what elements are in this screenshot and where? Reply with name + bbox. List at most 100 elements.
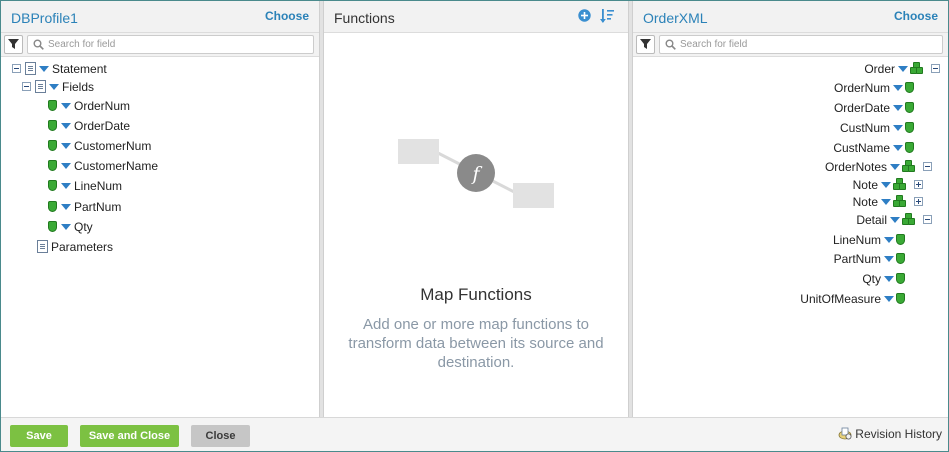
tree-node-parameters[interactable]: Parameters <box>37 237 113 255</box>
add-function-icon[interactable] <box>578 9 591 22</box>
tree-node-label: PartNum <box>833 251 881 266</box>
tree-node-field[interactable]: OrderDate <box>834 98 914 116</box>
field-element-icon <box>905 102 914 114</box>
node-menu-caret-icon[interactable] <box>61 162 71 169</box>
collapse-toggle-icon[interactable] <box>931 64 940 74</box>
tree-node-statement[interactable]: Statement <box>12 59 107 77</box>
node-menu-caret-icon[interactable] <box>890 216 900 223</box>
node-menu-caret-icon[interactable] <box>881 198 891 205</box>
tree-node-label: CustomerNum <box>74 138 152 153</box>
tree-node-note[interactable]: Note <box>853 175 923 193</box>
empty-state-description: Add one or more map functions to transfo… <box>348 316 604 371</box>
tree-node-field[interactable]: PartNum <box>48 197 121 215</box>
field-element-icon <box>48 100 57 112</box>
source-search-row <box>1 33 319 57</box>
tree-node-field[interactable]: UnitOfMeasure <box>800 289 905 307</box>
source-filter-button[interactable] <box>4 35 23 54</box>
element-group-icon <box>902 160 916 173</box>
functions-panel-header: Functions <box>324 1 628 33</box>
node-menu-caret-icon[interactable] <box>893 124 903 131</box>
field-element-icon <box>905 82 914 94</box>
source-profile-panel: DBProfile1 Choose Statement Fields Order… <box>1 1 319 417</box>
tree-node-label: Detail <box>856 212 887 227</box>
node-menu-caret-icon[interactable] <box>61 142 71 149</box>
node-menu-caret-icon[interactable] <box>49 83 59 90</box>
document-icon <box>37 240 48 254</box>
expand-toggle-icon[interactable] <box>914 180 923 190</box>
sort-icon[interactable] <box>600 9 614 24</box>
functions-title: Functions <box>334 10 395 26</box>
tree-node-field[interactable]: OrderNum <box>48 96 130 114</box>
node-menu-caret-icon[interactable] <box>898 65 908 72</box>
node-menu-caret-icon[interactable] <box>61 203 71 210</box>
field-element-icon <box>896 253 905 265</box>
node-menu-caret-icon[interactable] <box>890 163 900 170</box>
tree-node-label: Qty <box>74 219 93 234</box>
source-search-input[interactable] <box>48 37 268 52</box>
tree-node-field[interactable]: CustomerName <box>48 156 158 174</box>
tree-node-fields[interactable]: Fields <box>22 77 94 95</box>
expand-toggle-icon[interactable] <box>914 197 923 207</box>
search-icon <box>665 39 676 50</box>
save-and-close-button[interactable]: Save and Close <box>80 425 179 447</box>
field-element-icon <box>905 122 914 134</box>
node-menu-caret-icon[interactable] <box>884 275 894 282</box>
save-button[interactable]: Save <box>10 425 68 447</box>
tree-node-field[interactable]: CustName <box>833 138 914 156</box>
tree-node-note[interactable]: Note <box>853 192 923 210</box>
tree-node-label: OrderNum <box>833 80 890 95</box>
node-menu-caret-icon[interactable] <box>61 182 71 189</box>
tree-node-field[interactable]: Qty <box>862 269 905 287</box>
tree-node-label: OrderNotes <box>824 159 887 174</box>
tree-node-ordernotes[interactable]: OrderNotes <box>825 157 932 175</box>
functions-panel: Functions f Map Functions Add one or mor… <box>324 1 628 417</box>
destination-choose-link[interactable]: Choose <box>894 9 938 23</box>
tree-node-order[interactable]: Order <box>864 59 940 77</box>
node-menu-caret-icon[interactable] <box>884 255 894 262</box>
tree-node-label: Statement <box>52 61 107 76</box>
element-group-icon <box>910 62 924 75</box>
node-menu-caret-icon[interactable] <box>881 181 891 188</box>
tree-node-label: UnitOfMeasure <box>800 291 881 306</box>
empty-state-title: Map Functions <box>420 285 532 304</box>
source-search-box <box>27 35 314 54</box>
close-button[interactable]: Close <box>191 425 250 447</box>
tree-node-label: OrderDate <box>833 100 890 115</box>
node-menu-caret-icon[interactable] <box>39 65 49 72</box>
node-menu-caret-icon[interactable] <box>61 122 71 129</box>
tree-node-field[interactable]: OrderNum <box>834 78 914 96</box>
field-element-icon <box>48 201 57 213</box>
tree-node-field[interactable]: OrderDate <box>48 116 130 134</box>
collapse-toggle-icon[interactable] <box>12 64 21 74</box>
document-icon <box>25 62 36 76</box>
revision-history-link[interactable]: Revision History <box>838 427 942 441</box>
node-menu-caret-icon[interactable] <box>61 102 71 109</box>
collapse-toggle-icon[interactable] <box>923 215 932 225</box>
source-profile-title: DBProfile1 <box>11 10 78 26</box>
destination-profile-title: OrderXML <box>643 10 708 26</box>
source-choose-link[interactable]: Choose <box>265 9 309 23</box>
tree-node-field[interactable]: LineNum <box>48 176 122 194</box>
node-menu-caret-icon[interactable] <box>893 104 903 111</box>
node-menu-caret-icon[interactable] <box>893 84 903 91</box>
tree-node-field[interactable]: LineNum <box>833 230 905 248</box>
tree-node-field[interactable]: CustomerNum <box>48 136 151 154</box>
filter-icon <box>640 39 651 49</box>
collapse-toggle-icon[interactable] <box>923 162 932 172</box>
node-menu-caret-icon[interactable] <box>884 295 894 302</box>
tree-node-field[interactable]: Qty <box>48 217 93 235</box>
tree-node-field[interactable]: PartNum <box>834 249 905 267</box>
collapse-toggle-icon[interactable] <box>22 82 31 92</box>
node-menu-caret-icon[interactable] <box>884 236 894 243</box>
destination-filter-button[interactable] <box>636 35 655 54</box>
destination-search-input[interactable] <box>680 37 900 52</box>
destination-search-row <box>633 33 948 57</box>
node-menu-caret-icon[interactable] <box>61 223 71 230</box>
tree-node-detail[interactable]: Detail <box>856 210 932 228</box>
source-panel-header: DBProfile1 Choose <box>1 1 319 33</box>
tree-node-field[interactable]: CustNum <box>840 118 914 136</box>
tree-node-label: Note <box>852 194 878 209</box>
node-menu-caret-icon[interactable] <box>893 144 903 151</box>
functions-empty-state: f Map Functions Add one or more map func… <box>324 33 628 417</box>
destination-panel-header: OrderXML Choose <box>633 1 948 33</box>
